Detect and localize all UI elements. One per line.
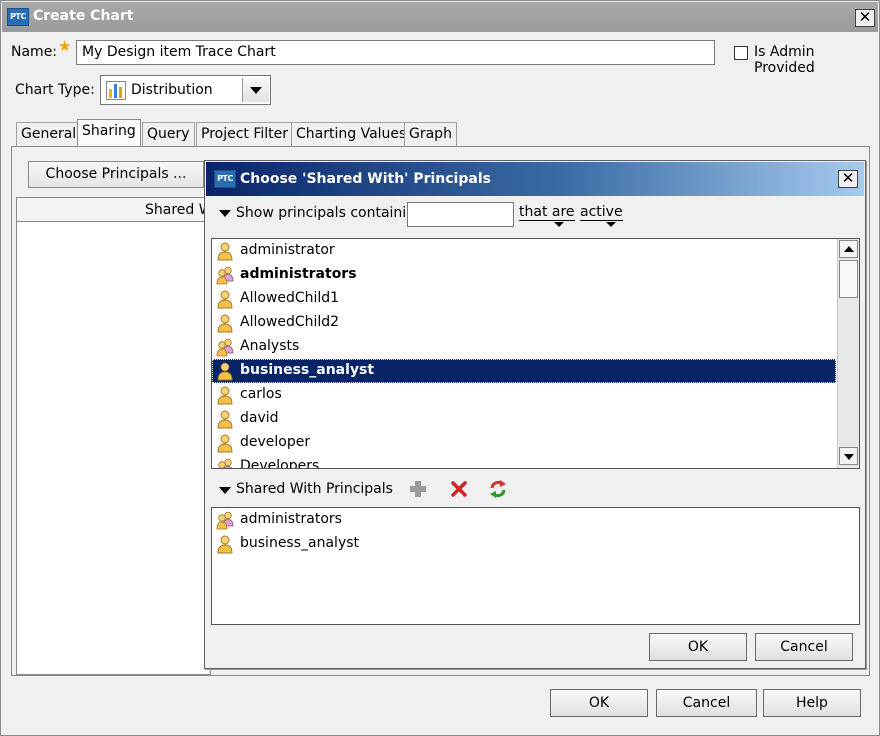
principal-name: administrators bbox=[240, 511, 342, 527]
tab-charting-values[interactable]: Charting Values bbox=[291, 122, 412, 146]
principal-name: developer bbox=[240, 434, 311, 450]
is-admin-provided-label: Is Admin Provided bbox=[754, 44, 815, 76]
principal-row[interactable]: administrator bbox=[212, 239, 836, 263]
dialog-title-bar[interactable]: PTC Choose 'Shared With' Principals ✕ bbox=[206, 162, 864, 196]
principal-name: Analysts bbox=[240, 338, 300, 354]
principal-row[interactable]: carlos bbox=[212, 383, 836, 407]
principal-row[interactable]: Analysts bbox=[212, 335, 836, 359]
chart-type-label: Chart Type: bbox=[15, 82, 95, 98]
dialog-title: Choose 'Shared With' Principals bbox=[240, 171, 491, 187]
is-admin-provided-checkbox[interactable] bbox=[734, 46, 748, 60]
group-icon bbox=[215, 510, 235, 530]
principal-row[interactable]: AllowedChild2 bbox=[212, 311, 836, 335]
cancel-button[interactable]: Cancel bbox=[656, 689, 757, 717]
scroll-thumb[interactable] bbox=[839, 260, 858, 298]
principal-name: administrators bbox=[240, 266, 357, 282]
user-icon bbox=[215, 534, 235, 554]
ptc-logo: PTC bbox=[7, 8, 29, 26]
user-icon bbox=[215, 313, 235, 333]
choose-principals-button[interactable]: Choose Principals ... bbox=[28, 161, 204, 188]
tab-graph[interactable]: Graph bbox=[404, 122, 457, 146]
window-title: Create Chart bbox=[33, 8, 134, 24]
add-icon[interactable] bbox=[408, 479, 428, 499]
user-icon bbox=[215, 241, 235, 261]
principal-name: business_analyst bbox=[240, 535, 360, 551]
user-icon bbox=[215, 385, 235, 405]
chevron-down-icon[interactable] bbox=[554, 222, 564, 227]
refresh-icon[interactable] bbox=[487, 478, 509, 500]
collapse-triangle-icon[interactable] bbox=[219, 487, 231, 494]
user-icon bbox=[215, 409, 235, 429]
name-field[interactable]: My Design item Trace Chart bbox=[76, 40, 715, 65]
state-dropdown[interactable]: active bbox=[580, 204, 623, 221]
tab-query[interactable]: Query bbox=[142, 122, 195, 146]
required-star-icon: ★ bbox=[58, 37, 72, 55]
user-icon bbox=[215, 361, 235, 381]
scroll-up-icon[interactable] bbox=[839, 240, 858, 258]
principals-list[interactable]: administrator administrators AllowedChild1… bbox=[211, 238, 860, 469]
that-are-dropdown[interactable]: that are bbox=[519, 204, 575, 221]
tab-project-filter[interactable]: Project Filter bbox=[196, 122, 294, 146]
principal-row[interactable]: david bbox=[212, 407, 836, 431]
shared-with-principals-list[interactable]: administrators business_analyst bbox=[211, 507, 860, 625]
tab-general[interactable]: General bbox=[16, 122, 82, 146]
principal-row[interactable]: Developers bbox=[212, 455, 836, 469]
scroll-down-icon[interactable] bbox=[839, 447, 858, 465]
group-icon bbox=[215, 337, 235, 357]
chevron-down-icon[interactable] bbox=[606, 222, 616, 227]
user-icon bbox=[215, 289, 235, 309]
shared-principal-row[interactable]: business_analyst bbox=[212, 532, 859, 556]
principal-name: AllowedChild1 bbox=[240, 290, 340, 306]
principal-row[interactable]: business_analyst bbox=[212, 359, 836, 383]
window-title-bar[interactable]: PTC Create Chart ✕ bbox=[2, 2, 878, 32]
vertical-scrollbar[interactable] bbox=[837, 239, 859, 468]
chart-type-select[interactable]: Distribution bbox=[100, 75, 271, 105]
chart-type-value: Distribution bbox=[131, 82, 213, 98]
tab-sharing[interactable]: Sharing bbox=[77, 119, 141, 147]
show-principals-label: Show principals containing bbox=[236, 205, 424, 221]
ptc-logo: PTC bbox=[214, 170, 236, 188]
principal-row[interactable]: AllowedChild1 bbox=[212, 287, 836, 311]
shared-with-principals-label: Shared With Principals bbox=[236, 481, 393, 497]
user-icon bbox=[215, 433, 235, 453]
help-button[interactable]: Help bbox=[763, 689, 861, 717]
ok-button[interactable]: OK bbox=[550, 689, 648, 717]
principal-row[interactable]: developer bbox=[212, 431, 836, 455]
remove-icon[interactable] bbox=[449, 479, 469, 499]
shared-with-column-header[interactable]: Shared W bbox=[17, 198, 210, 222]
principal-name: david bbox=[240, 410, 279, 426]
group-icon bbox=[215, 265, 235, 285]
principal-name: carlos bbox=[240, 386, 282, 402]
dialog-cancel-button[interactable]: Cancel bbox=[755, 633, 853, 661]
principal-name: AllowedChild2 bbox=[240, 314, 340, 330]
principal-search-input[interactable] bbox=[407, 202, 514, 227]
shared-principal-row[interactable]: administrators bbox=[212, 508, 859, 532]
principal-name: Developers bbox=[240, 458, 320, 469]
principal-name: business_analyst bbox=[240, 362, 375, 378]
chevron-down-icon[interactable] bbox=[242, 78, 269, 102]
group-icon bbox=[215, 457, 235, 468]
bar-chart-icon bbox=[106, 81, 126, 100]
choose-principals-dialog: PTC Choose 'Shared With' Principals ✕ Sh… bbox=[204, 160, 866, 669]
close-icon[interactable]: ✕ bbox=[855, 9, 875, 27]
create-chart-window: PTC Create Chart ✕ Name: ★ My Design ite… bbox=[0, 0, 880, 736]
collapse-triangle-icon[interactable] bbox=[219, 210, 231, 217]
close-icon[interactable]: ✕ bbox=[838, 170, 858, 188]
principal-name: administrator bbox=[240, 242, 335, 258]
name-label: Name: bbox=[11, 44, 58, 60]
shared-with-table[interactable]: Shared W bbox=[16, 197, 211, 675]
principal-row[interactable]: administrators bbox=[212, 263, 836, 287]
dialog-ok-button[interactable]: OK bbox=[649, 633, 747, 661]
